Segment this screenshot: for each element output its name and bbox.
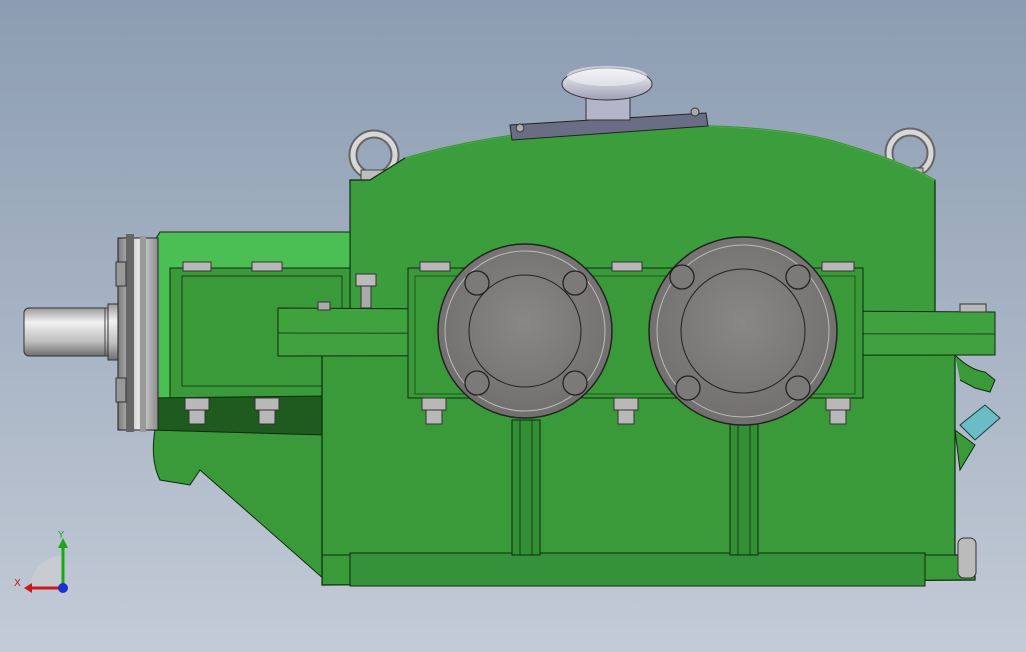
z-axis-dot-icon (58, 583, 68, 593)
drain-plug[interactable] (957, 537, 977, 579)
gearbox-model[interactable] (0, 0, 1026, 652)
view-triad[interactable]: Y X (10, 528, 80, 600)
bearing-cover-left[interactable] (437, 243, 613, 419)
input-shaft[interactable] (23, 303, 129, 361)
triad-plane-icon (30, 556, 62, 588)
graphics-viewport[interactable]: Y X (0, 0, 1026, 652)
bearing-cover-right[interactable] (648, 236, 838, 426)
lower-input-section (152, 429, 326, 582)
input-bearing-cover[interactable] (115, 234, 159, 432)
oil-drain-fitting[interactable] (954, 404, 1001, 472)
x-axis-label: X (14, 578, 21, 589)
breather-cap[interactable] (561, 66, 653, 101)
y-axis-label: Y (57, 530, 65, 541)
